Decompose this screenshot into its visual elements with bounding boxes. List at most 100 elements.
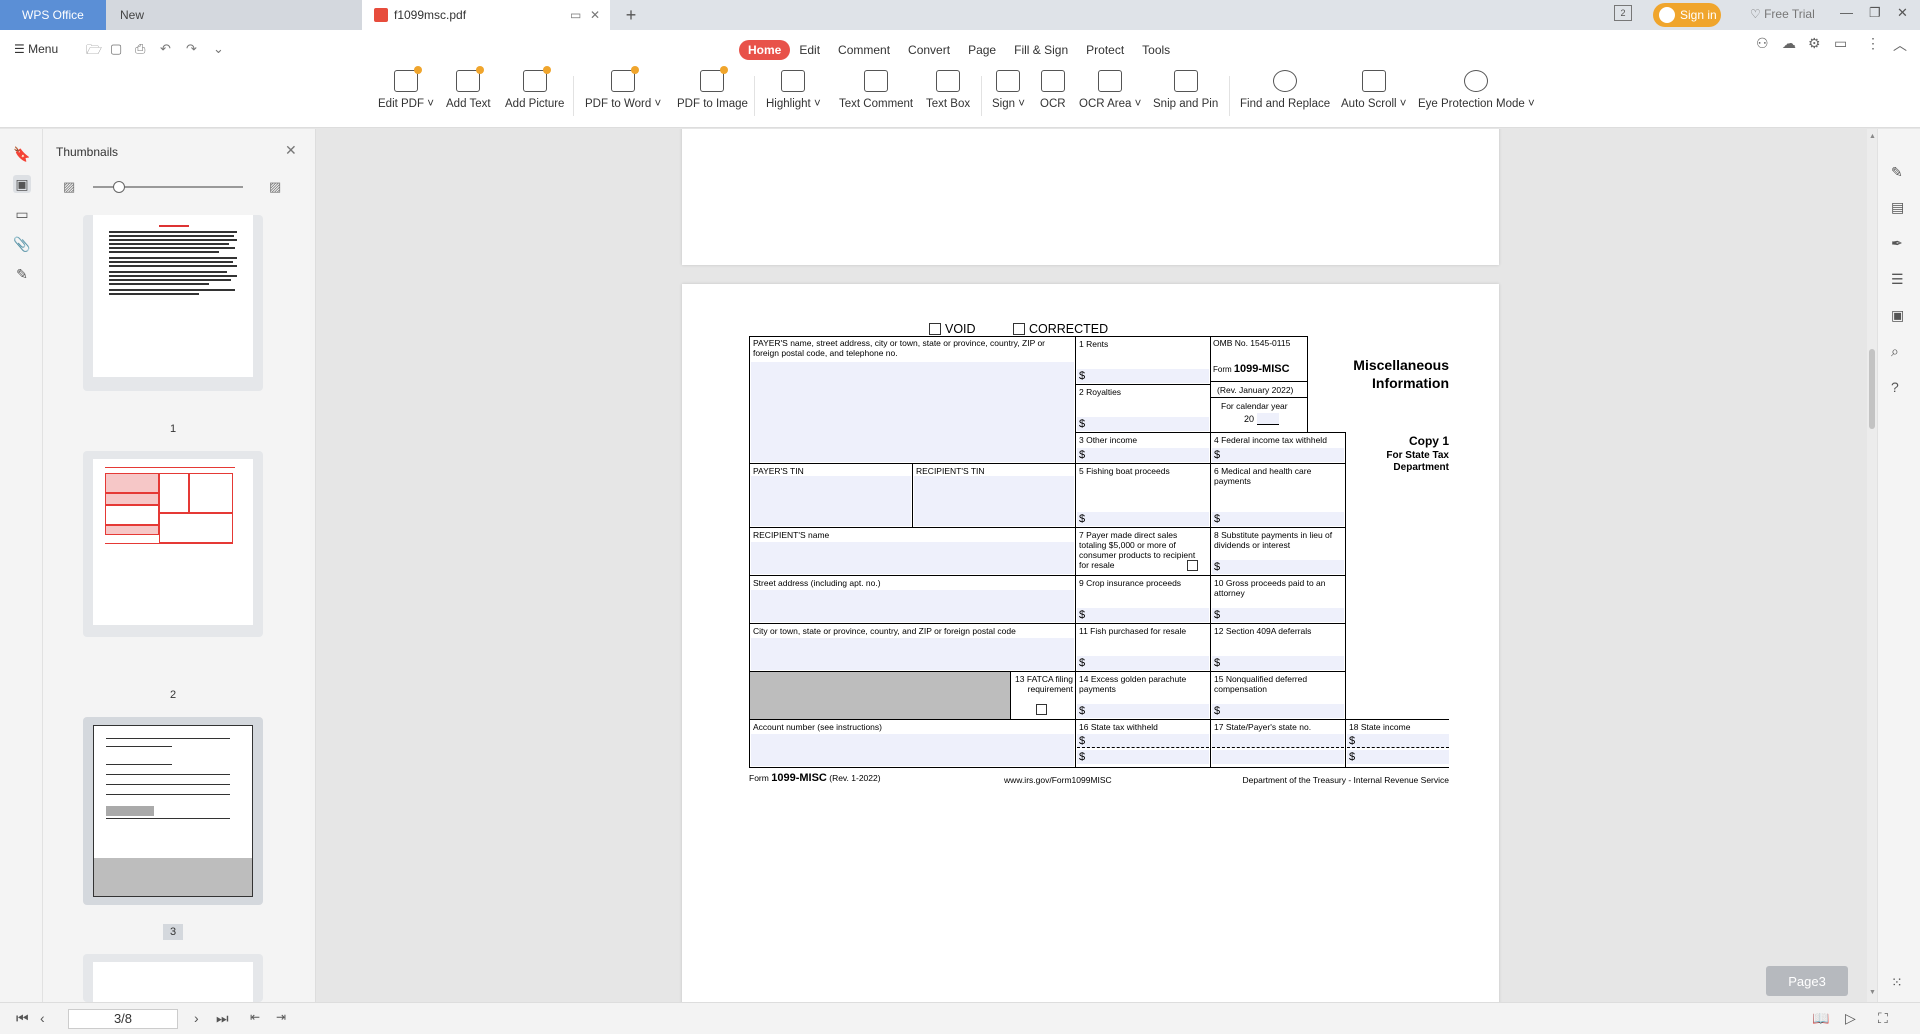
message-icon[interactable]: ▭ <box>1834 35 1847 52</box>
collapse-ribbon-icon[interactable]: ︿ <box>1893 35 1907 55</box>
fish-field[interactable] <box>1077 656 1209 670</box>
attorney-field[interactable] <box>1212 608 1344 622</box>
recipient-name-field[interactable] <box>751 542 1074 574</box>
auto-scroll-button[interactable]: Auto Scroll ˅ <box>1341 70 1407 110</box>
state-income-field-2[interactable] <box>1347 750 1449 764</box>
page-number-input[interactable]: 3/8 <box>68 1009 178 1029</box>
close-icon[interactable]: ✕ <box>1897 5 1908 21</box>
settings-icon[interactable]: ⚙ <box>1808 35 1821 52</box>
thumbnail-page-3[interactable] <box>83 717 263 905</box>
add-picture-button[interactable]: Add Picture <box>505 66 564 110</box>
tab-protect[interactable]: Protect <box>1077 40 1133 60</box>
payer-name-field[interactable] <box>751 362 1074 462</box>
state-tax-field-1[interactable] <box>1077 734 1209 748</box>
direct-sales-checkbox[interactable] <box>1187 560 1198 571</box>
medical-field[interactable] <box>1212 512 1344 526</box>
thumbnail-page-4[interactable] <box>83 954 263 1002</box>
tab-edit[interactable]: Edit <box>790 40 829 60</box>
minimize-icon[interactable]: — <box>1840 5 1853 20</box>
tab-fill-sign[interactable]: Fill & Sign <box>1005 40 1077 60</box>
section-409a-field[interactable] <box>1212 656 1344 670</box>
signature-icon[interactable]: ✎ <box>13 265 31 283</box>
forward-icon[interactable]: ⇥ <box>276 1010 286 1024</box>
undo-icon[interactable]: ↶ <box>160 41 171 57</box>
sign-button[interactable]: Sign ˅ <box>992 70 1025 110</box>
document-scrollbar[interactable]: ▲ ▼ <box>1867 129 1877 1002</box>
state-tax-field-2[interactable] <box>1077 750 1209 764</box>
add-text-button[interactable]: Add Text <box>446 66 491 110</box>
crop-field[interactable] <box>1077 608 1209 622</box>
ocr-area-button[interactable]: OCR Area ˅ <box>1079 70 1141 110</box>
save-icon[interactable]: ▢ <box>110 41 122 57</box>
tab-count-icon[interactable]: 2 <box>1614 5 1632 21</box>
account-field[interactable] <box>751 734 1074 766</box>
scroll-down-icon[interactable]: ▼ <box>1869 989 1876 996</box>
cloud-upload-icon[interactable]: ☁ <box>1782 35 1796 52</box>
slider-knob[interactable] <box>113 181 125 193</box>
text-box-button[interactable]: Text Box <box>926 70 970 110</box>
highlight-button[interactable]: Highlight ˅ <box>766 70 821 110</box>
fatca-checkbox[interactable] <box>1036 704 1047 715</box>
thumbnail-page-1[interactable] <box>83 215 263 391</box>
other-income-field[interactable] <box>1077 448 1209 462</box>
close-panel-icon[interactable]: ✕ <box>285 142 297 159</box>
document-icon[interactable]: ▤ <box>1891 199 1904 216</box>
search-doc-icon[interactable]: ⌕ <box>1891 343 1899 360</box>
prev-page-icon[interactable]: ‹ <box>40 1010 45 1026</box>
more-icon[interactable]: ⋮ <box>1866 35 1880 52</box>
tab-comment[interactable]: Comment <box>829 40 899 60</box>
tab-page[interactable]: Page <box>959 40 1005 60</box>
text-comment-button[interactable]: Text Comment <box>839 70 913 110</box>
recipient-tin-field[interactable] <box>914 476 1074 526</box>
tab-convert[interactable]: Convert <box>899 40 959 60</box>
open-folder-icon[interactable]: 🗁 <box>86 41 102 63</box>
thumbnail-size-slider[interactable] <box>93 181 243 193</box>
pdf-to-image-button[interactable]: PDF to Image <box>677 66 748 110</box>
tab-home[interactable]: Home <box>739 40 791 60</box>
bookmark-icon[interactable]: 🔖 <box>13 145 31 163</box>
first-page-icon[interactable]: ⏮ <box>16 1010 29 1027</box>
back-icon[interactable]: ⇤ <box>250 1010 260 1024</box>
share-user-icon[interactable]: ⚇ <box>1756 35 1769 52</box>
parachute-field[interactable] <box>1077 704 1209 718</box>
payer-tin-field[interactable] <box>751 476 911 526</box>
state-no-field-1[interactable] <box>1212 734 1344 748</box>
help-icon[interactable]: ? <box>1891 379 1899 395</box>
tab-document[interactable]: f1099msc.pdf ▭ ✕ <box>362 0 610 30</box>
close-tab-icon[interactable]: ✕ <box>590 8 600 22</box>
fishing-field[interactable] <box>1077 512 1209 526</box>
menu-button[interactable]: ☰ Menu <box>14 42 58 56</box>
pen-icon[interactable]: ✒ <box>1891 235 1903 252</box>
eye-protection-button[interactable]: Eye Protection Mode ˅ <box>1418 70 1535 110</box>
checkbox[interactable] <box>1013 323 1025 335</box>
last-page-icon[interactable]: ⏭ <box>216 1010 229 1027</box>
restore-icon[interactable]: ❐ <box>1869 5 1881 21</box>
read-mode-icon[interactable]: 📖 <box>1812 1010 1829 1027</box>
street-field[interactable] <box>751 590 1074 622</box>
year-field[interactable] <box>1257 413 1279 425</box>
tab-wps-office[interactable]: WPS Office <box>0 0 106 30</box>
void-checkbox[interactable]: VOID <box>929 322 976 336</box>
play-icon[interactable]: ▷ <box>1845 1010 1856 1027</box>
print-icon[interactable]: ⎙ <box>135 41 145 57</box>
edit-icon[interactable]: ✎ <box>1891 164 1903 181</box>
redo-icon[interactable]: ↷ <box>186 41 197 57</box>
checkbox[interactable] <box>929 323 941 335</box>
free-trial-button[interactable]: ♡ Free Trial <box>1750 7 1815 21</box>
window-icon[interactable]: ▭ <box>570 8 581 22</box>
thumbnails-icon[interactable]: ▣ <box>13 175 31 193</box>
customize-icon[interactable]: ⌄ <box>213 41 224 57</box>
attachment-icon[interactable]: 📎 <box>13 235 31 253</box>
deferred-comp-field[interactable] <box>1212 704 1344 718</box>
new-tab-plus-icon[interactable]: + <box>618 0 644 30</box>
royalties-field[interactable] <box>1077 417 1209 431</box>
compare-icon[interactable]: ☰ <box>1891 271 1904 288</box>
rents-field[interactable] <box>1077 369 1209 383</box>
tab-new[interactable]: New <box>106 0 362 30</box>
pdf-to-word-button[interactable]: PDF to Word ˅ <box>585 66 661 110</box>
next-page-icon[interactable]: › <box>194 1010 199 1026</box>
tab-tools[interactable]: Tools <box>1133 40 1179 60</box>
thumbnail-page-2[interactable] <box>83 451 263 637</box>
city-field[interactable] <box>751 638 1074 670</box>
state-no-field-2[interactable] <box>1212 750 1344 764</box>
